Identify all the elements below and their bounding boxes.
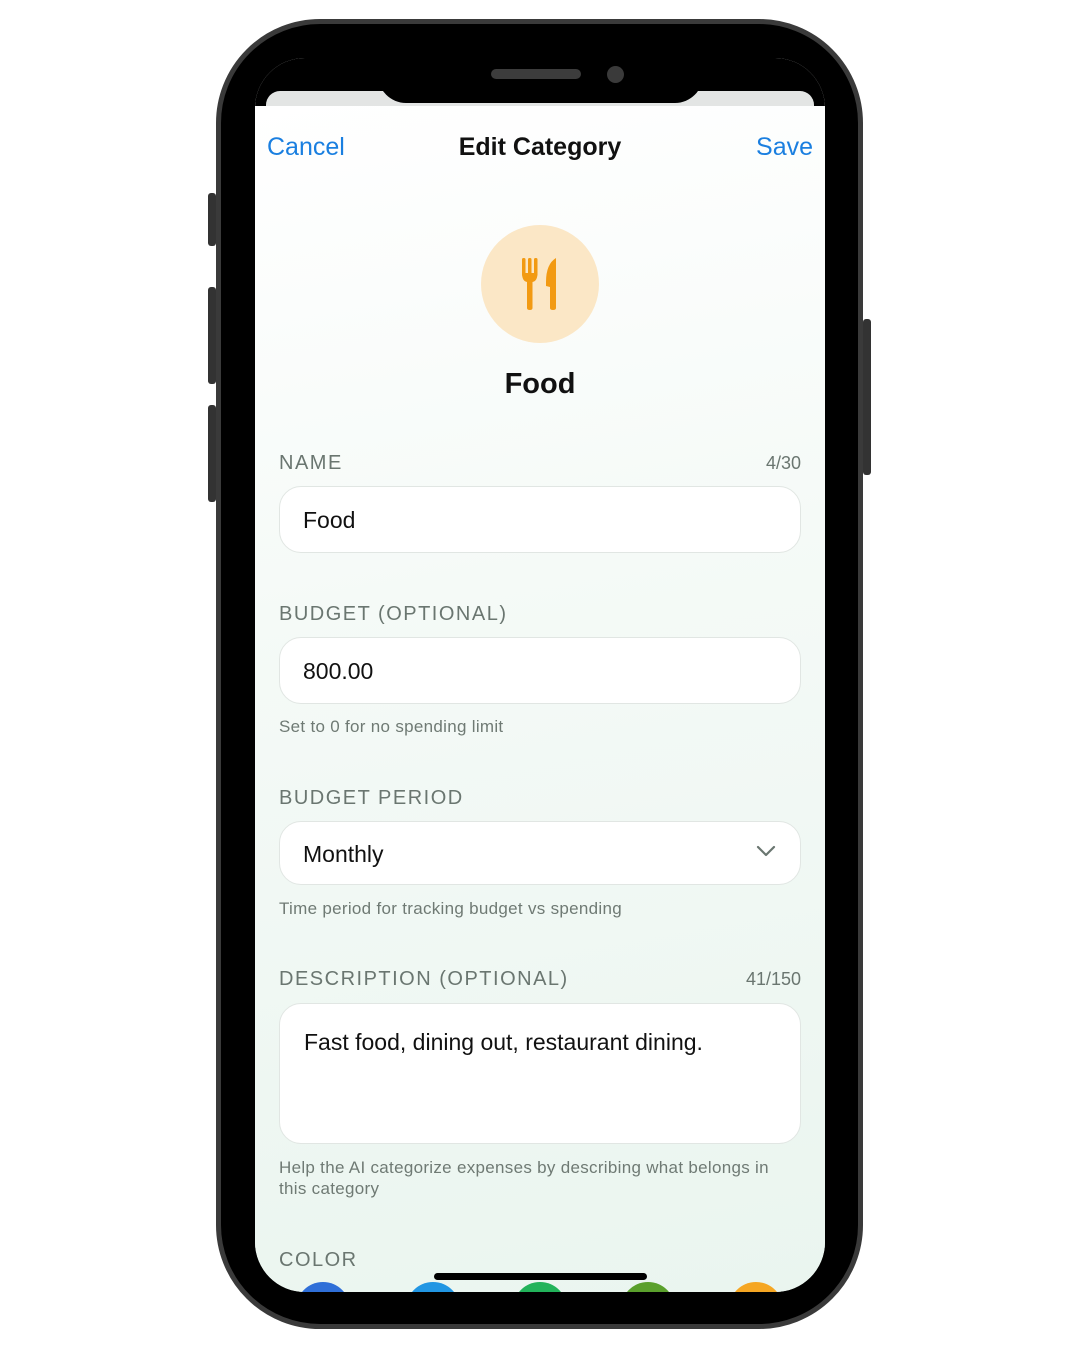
speaker-grille bbox=[491, 69, 581, 79]
fork-knife-icon bbox=[522, 258, 556, 310]
cancel-button[interactable]: Cancel bbox=[267, 133, 345, 162]
budget-input-value: 800.00 bbox=[303, 658, 374, 684]
volume-up-button bbox=[208, 287, 216, 384]
volume-down-button bbox=[208, 405, 216, 502]
name-input-value: Food bbox=[303, 507, 356, 533]
color-swatch-olive[interactable] bbox=[621, 1282, 675, 1292]
power-button bbox=[863, 319, 871, 475]
mute-switch bbox=[208, 193, 216, 246]
budget-period-helper-text: Time period for tracking budget vs spend… bbox=[279, 899, 623, 918]
description-value: Fast food, dining out, restaurant dining… bbox=[304, 1029, 703, 1055]
color-swatch-row bbox=[255, 1280, 825, 1292]
color-swatch-orange[interactable] bbox=[729, 1282, 783, 1292]
budget-helper-text: Set to 0 for no spending limit bbox=[279, 717, 504, 736]
save-button[interactable]: Save bbox=[756, 133, 813, 162]
budget-input[interactable]: 800.00 bbox=[279, 637, 801, 704]
notch bbox=[378, 58, 703, 103]
budget-period-label: BUDGET PERIOD bbox=[279, 787, 464, 809]
color-swatch-blue[interactable] bbox=[296, 1282, 350, 1292]
description-label: DESCRIPTION (OPTIONAL) bbox=[279, 968, 569, 990]
description-textarea[interactable]: Fast food, dining out, restaurant dining… bbox=[279, 1003, 801, 1144]
budget-label: BUDGET (OPTIONAL) bbox=[279, 603, 508, 625]
description-helper-text: Help the AI categorize expenses by descr… bbox=[279, 1158, 769, 1198]
home-indicator[interactable] bbox=[434, 1273, 647, 1280]
color-swatch-light-blue[interactable] bbox=[406, 1282, 460, 1292]
budget-period-value: Monthly bbox=[303, 841, 384, 867]
name-input[interactable]: Food bbox=[279, 486, 801, 553]
name-char-counter: 4/30 bbox=[765, 453, 801, 473]
name-label: NAME bbox=[279, 452, 343, 474]
color-swatch-green[interactable] bbox=[513, 1282, 567, 1292]
page-title: Edit Category bbox=[458, 133, 622, 161]
category-name-heading: Food bbox=[504, 368, 576, 400]
front-camera bbox=[607, 66, 624, 83]
chevron-down-icon bbox=[756, 845, 776, 857]
budget-period-select[interactable]: Monthly bbox=[279, 821, 801, 885]
color-label: COLOR bbox=[279, 1249, 358, 1271]
category-icon-button[interactable] bbox=[481, 225, 599, 343]
description-char-counter: 41/150 bbox=[745, 969, 801, 989]
